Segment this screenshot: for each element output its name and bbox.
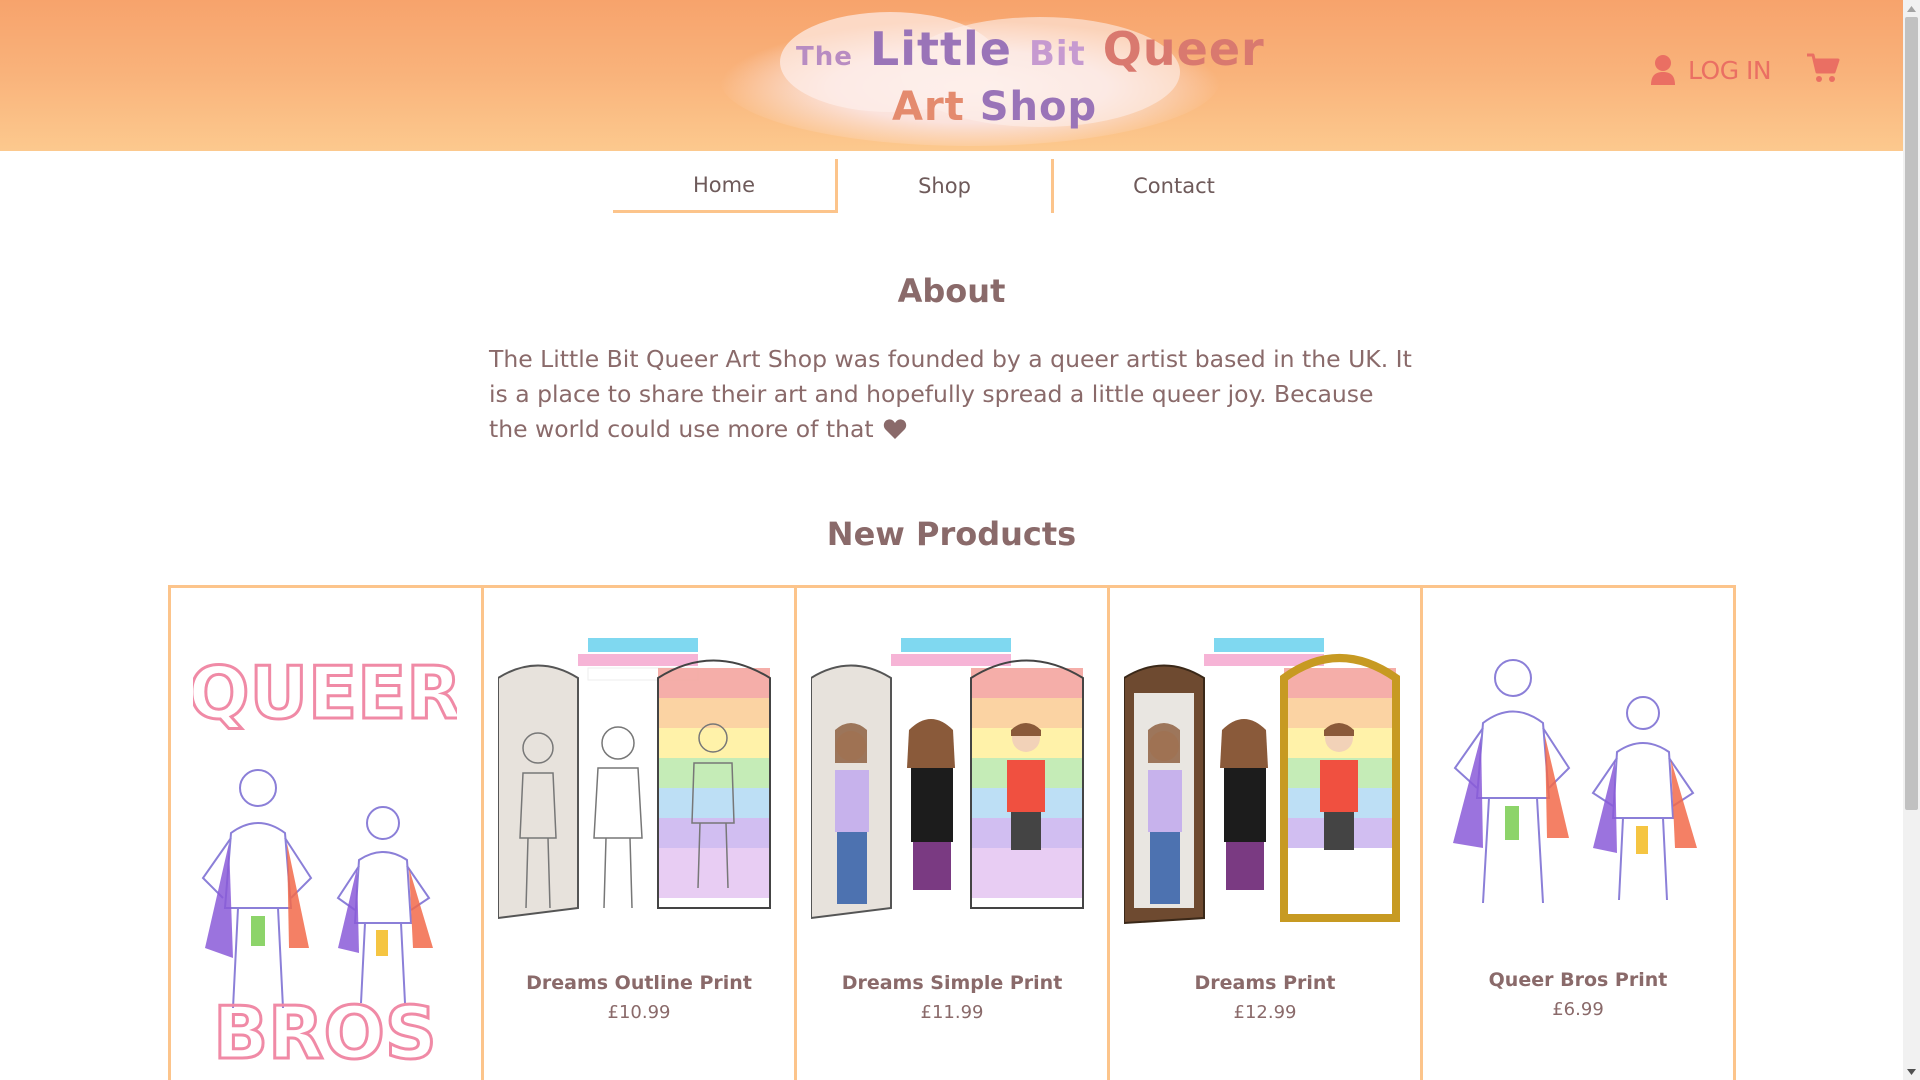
- about-text-block: The Little Bit Queer Art Shop was founde…: [489, 342, 1419, 447]
- scroll-down-arrow-icon[interactable]: [1903, 1063, 1920, 1080]
- product-price: £6.99: [1552, 999, 1604, 1020]
- user-icon: [1651, 55, 1675, 85]
- logo-bit: Bit: [1028, 34, 1086, 74]
- nav-home[interactable]: Home: [613, 159, 835, 213]
- main-nav: Home Shop Contact: [613, 159, 1294, 213]
- nav-contact[interactable]: Contact: [1054, 159, 1294, 213]
- product-price: £12.99: [1233, 1002, 1297, 1023]
- logo-line-1[interactable]: The Little Bit Queer: [796, 22, 1265, 76]
- product-name: Queer Bros Print: [1488, 969, 1668, 991]
- logo-little: Little: [869, 22, 1012, 76]
- site-header: The Little Bit Queer Art Shop LOG IN: [0, 0, 1903, 151]
- dreams-outline-print-image: [498, 638, 771, 920]
- product-grid: QUEER BROS Dreams Outline Print £10.99 D…: [168, 585, 1736, 1080]
- product-price: £10.99: [607, 1002, 671, 1023]
- logo-line-2[interactable]: Art Shop: [892, 84, 1097, 130]
- nav-shop[interactable]: Shop: [838, 159, 1051, 213]
- svg-text:BROS: BROS: [213, 991, 436, 1068]
- about-heading: About: [897, 272, 1006, 310]
- vertical-scrollbar[interactable]: [1903, 0, 1920, 1080]
- new-products-heading: New Products: [826, 515, 1077, 553]
- login-button[interactable]: LOG IN: [1650, 50, 1772, 90]
- scroll-up-arrow-icon[interactable]: [1903, 0, 1920, 17]
- scrollbar-thumb[interactable]: [1905, 17, 1918, 810]
- logo-shop: Shop: [979, 84, 1098, 130]
- product-name: Dreams Outline Print: [526, 972, 752, 994]
- product-price: £11.99: [920, 1002, 984, 1023]
- product-card[interactable]: Dreams Simple Print £11.99: [797, 588, 1110, 1080]
- shopping-cart-icon[interactable]: [1806, 52, 1840, 84]
- dreams-simple-print-image: [811, 638, 1084, 920]
- product-name: Dreams Simple Print: [841, 972, 1063, 994]
- svg-text:QUEER: QUEER: [193, 651, 457, 735]
- product-card[interactable]: QUEER BROS: [171, 588, 484, 1080]
- logo-the: The: [796, 42, 853, 72]
- product-card[interactable]: Dreams Outline Print £10.99: [484, 588, 797, 1080]
- queer-bros-poster-image: QUEER BROS: [193, 650, 457, 1069]
- logo-art: Art: [892, 84, 965, 130]
- heart-icon: [883, 419, 907, 439]
- product-card[interactable]: Queer Bros Print £6.99: [1423, 588, 1736, 1080]
- queer-bros-print-image: [1453, 659, 1697, 904]
- logo-queer: Queer: [1102, 22, 1265, 76]
- product-name: Dreams Print: [1194, 972, 1336, 994]
- dreams-print-image: [1124, 638, 1400, 925]
- product-card[interactable]: Dreams Print £12.99: [1110, 588, 1423, 1080]
- login-label: LOG IN: [1688, 55, 1772, 85]
- about-paragraph: The Little Bit Queer Art Shop was founde…: [489, 345, 1412, 443]
